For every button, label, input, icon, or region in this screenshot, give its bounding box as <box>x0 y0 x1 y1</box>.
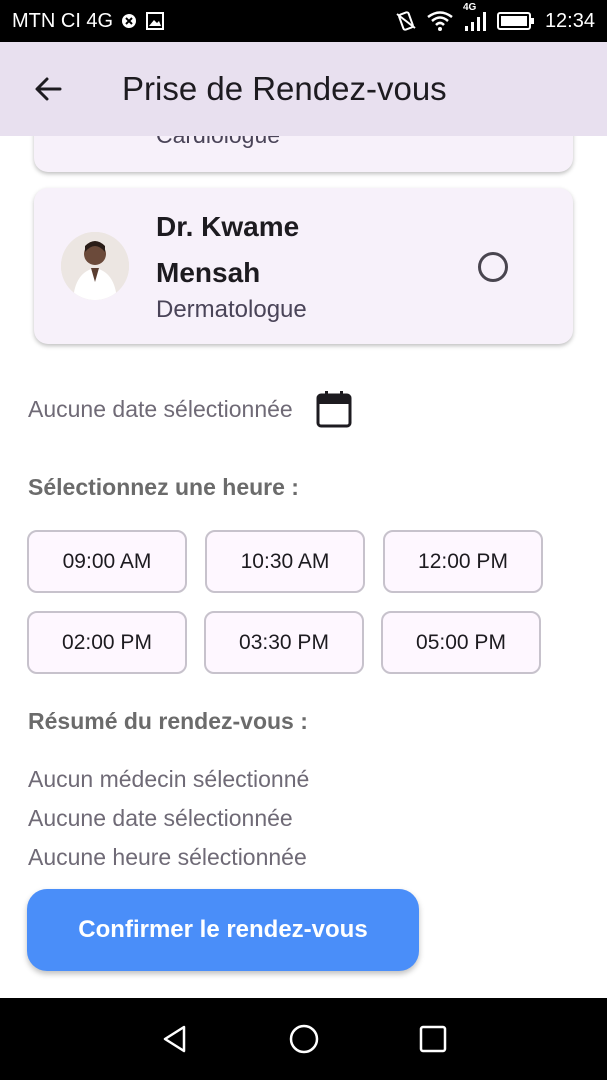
triangle-back-icon <box>163 1025 185 1053</box>
signal-icon: 4G <box>463 2 487 32</box>
summary-date: Aucune date sélectionnée <box>28 805 293 831</box>
battery-icon <box>496 11 535 31</box>
time-slot-chip[interactable]: 03:30 PM <box>204 611 364 674</box>
doctor-specialty: Dermatologue <box>156 296 307 323</box>
back-button[interactable] <box>24 65 72 113</box>
date-row: Aucune date sélectionnée <box>28 390 353 428</box>
doctor-card-kwame-mensah[interactable]: Dr. Kwame Mensah Dermatologue <box>34 188 573 344</box>
doctor-select-radio[interactable] <box>478 252 508 282</box>
nav-recents-button[interactable] <box>409 1015 457 1063</box>
time-section-title: Sélectionnez une heure : <box>28 474 299 500</box>
summary-doctor: Aucun médecin sélectionné <box>28 766 310 792</box>
time-slot-chip[interactable]: 02:00 PM <box>27 611 187 674</box>
blocked-notification-icon <box>121 13 137 29</box>
status-left: MTN CI 4G <box>12 10 165 33</box>
square-recents-icon <box>419 1025 446 1053</box>
calendar-icon <box>316 391 352 428</box>
circle-home-icon <box>289 1024 318 1054</box>
time-slot-chip[interactable]: 12:00 PM <box>383 530 543 593</box>
app-bar: Prise de Rendez-vous <box>0 42 607 136</box>
time-slot-chip[interactable]: 09:00 AM <box>27 530 187 593</box>
nav-back-button[interactable] <box>151 1015 199 1063</box>
nav-home-button[interactable] <box>280 1015 328 1063</box>
doctor-card-previous[interactable]: Cardiologue <box>34 136 573 172</box>
appointment-summary: Aucun médecin sélectionné Aucune date sé… <box>28 760 309 877</box>
system-nav-bar <box>0 998 607 1080</box>
clock: 12:34 <box>544 9 595 32</box>
status-right: 4G 12:34 <box>395 2 595 33</box>
carrier-label: MTN CI 4G <box>12 9 114 32</box>
image-notification-icon <box>145 11 165 31</box>
summary-time: Aucune heure sélectionnée <box>28 844 307 870</box>
arrow-back-icon <box>35 77 62 101</box>
date-picker-button[interactable] <box>315 390 353 428</box>
time-slot-chip[interactable]: 05:00 PM <box>381 611 541 674</box>
selected-date-label: Aucune date sélectionnée <box>28 395 293 422</box>
confirm-appointment-button[interactable]: Confirmer le rendez-vous <box>27 889 419 971</box>
appointment-form: Cardiologue Dr. Kwame Mensah Dermatologu… <box>0 136 607 998</box>
wifi-icon <box>427 11 453 31</box>
time-slot-chip[interactable]: 10:30 AM <box>205 530 365 593</box>
doctor-avatar <box>61 232 129 300</box>
network-type-label: 4G <box>462 2 477 13</box>
status-bar: MTN CI 4G 4G 12:34 <box>0 0 607 42</box>
doctor-name: Dr. Kwame Mensah <box>156 211 300 288</box>
vibrate-icon <box>395 10 417 32</box>
doctor-specialty: Cardiologue <box>156 136 280 149</box>
page-title: Prise de Rendez-vous <box>122 70 447 107</box>
summary-title: Résumé du rendez-vous : <box>28 708 308 734</box>
